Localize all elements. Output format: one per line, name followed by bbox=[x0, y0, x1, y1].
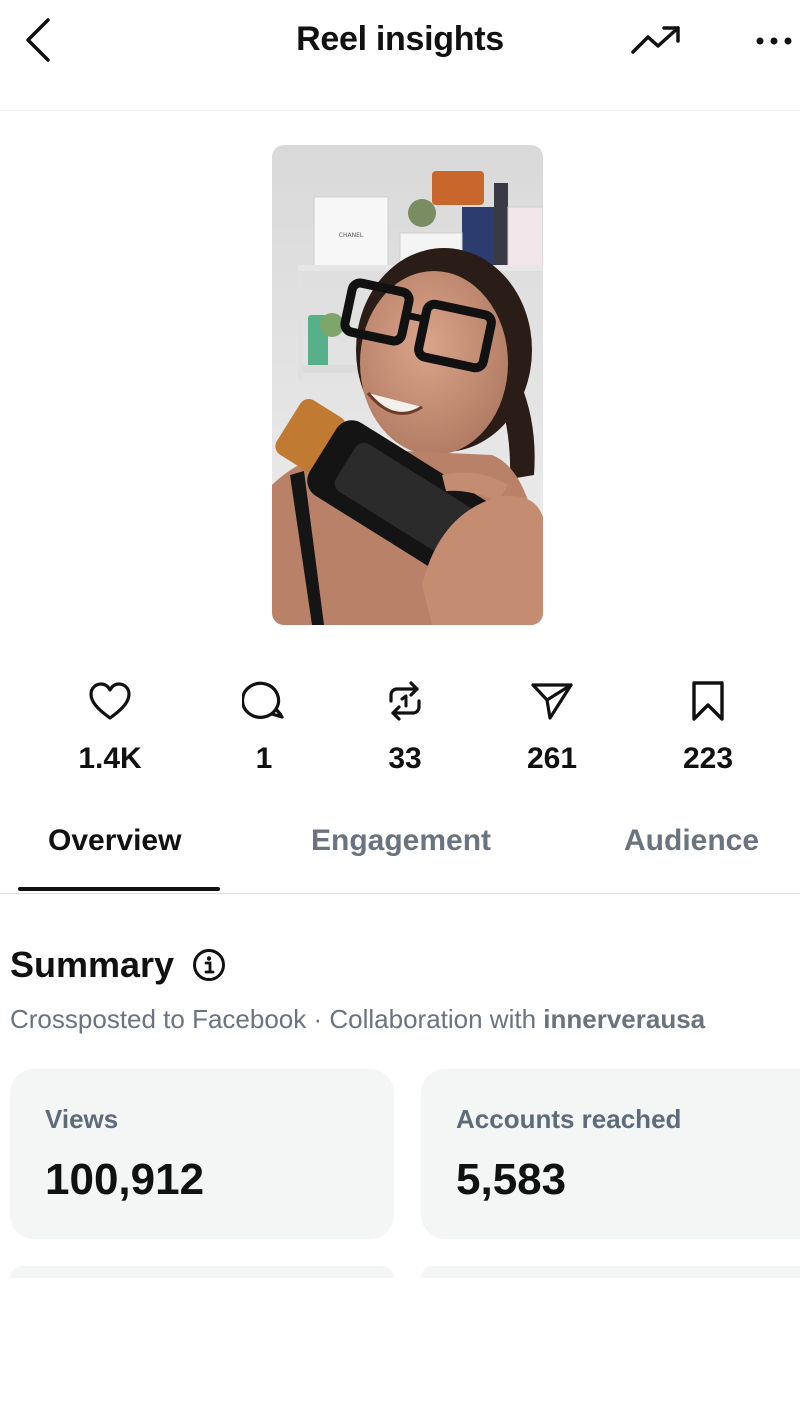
crosspost-text: Crossposted to Facebook · Collaboration … bbox=[10, 1004, 544, 1034]
heart-icon bbox=[88, 681, 132, 726]
likes-stat[interactable]: 1.4K bbox=[50, 680, 170, 776]
more-options-button[interactable] bbox=[752, 22, 796, 62]
share-icon bbox=[530, 680, 574, 727]
crosspost-info: Crossposted to Facebook · Collaboration … bbox=[10, 1004, 705, 1035]
collaborator-link[interactable]: innerverausa bbox=[543, 1004, 705, 1034]
accounts-reached-value: 5,583 bbox=[456, 1155, 567, 1204]
views-card[interactable]: Views 100,912 bbox=[10, 1069, 394, 1239]
shares-count: 261 bbox=[526, 742, 578, 775]
reel-thumbnail[interactable]: CHANEL bbox=[272, 145, 543, 625]
reposts-count: 33 bbox=[388, 742, 422, 775]
tab-audience[interactable]: Audience bbox=[624, 824, 759, 858]
likes-count: 1.4K bbox=[78, 742, 142, 775]
saves-stat[interactable]: 223 bbox=[648, 680, 768, 776]
summary-title: Summary bbox=[10, 944, 175, 985]
trending-up-icon bbox=[630, 24, 682, 61]
comments-count: 1 bbox=[255, 742, 273, 775]
views-value: 100,912 bbox=[45, 1155, 205, 1204]
accounts-reached-label: Accounts reached bbox=[456, 1104, 682, 1134]
saves-count: 223 bbox=[682, 742, 734, 775]
active-tab-indicator bbox=[18, 887, 220, 891]
bookmark-icon bbox=[690, 680, 726, 727]
info-icon[interactable] bbox=[192, 948, 226, 982]
summary-heading: Summary bbox=[10, 944, 226, 986]
tab-overview[interactable]: Overview bbox=[48, 824, 181, 858]
shares-stat[interactable]: 261 bbox=[492, 680, 612, 776]
repost-icon bbox=[385, 679, 425, 728]
comment-icon bbox=[240, 680, 286, 727]
header: Reel insights bbox=[0, 0, 800, 111]
comments-stat[interactable]: 1 bbox=[204, 680, 324, 776]
tab-engagement[interactable]: Engagement bbox=[311, 824, 491, 858]
reposts-stat[interactable]: 33 bbox=[345, 680, 465, 776]
reel-stats: 1.4K 1 33 261 223 bbox=[0, 680, 800, 790]
partial-card-right bbox=[421, 1266, 800, 1278]
partial-card-left bbox=[10, 1266, 394, 1278]
views-label: Views bbox=[45, 1104, 119, 1134]
accounts-reached-card[interactable]: Accounts reached 5,583 bbox=[421, 1069, 800, 1239]
more-horizontal-icon bbox=[755, 33, 793, 51]
insights-tabs: Overview Engagement Audience bbox=[0, 800, 800, 894]
trending-button[interactable] bbox=[628, 22, 684, 62]
chanel-box-text: CHANEL bbox=[339, 232, 364, 239]
